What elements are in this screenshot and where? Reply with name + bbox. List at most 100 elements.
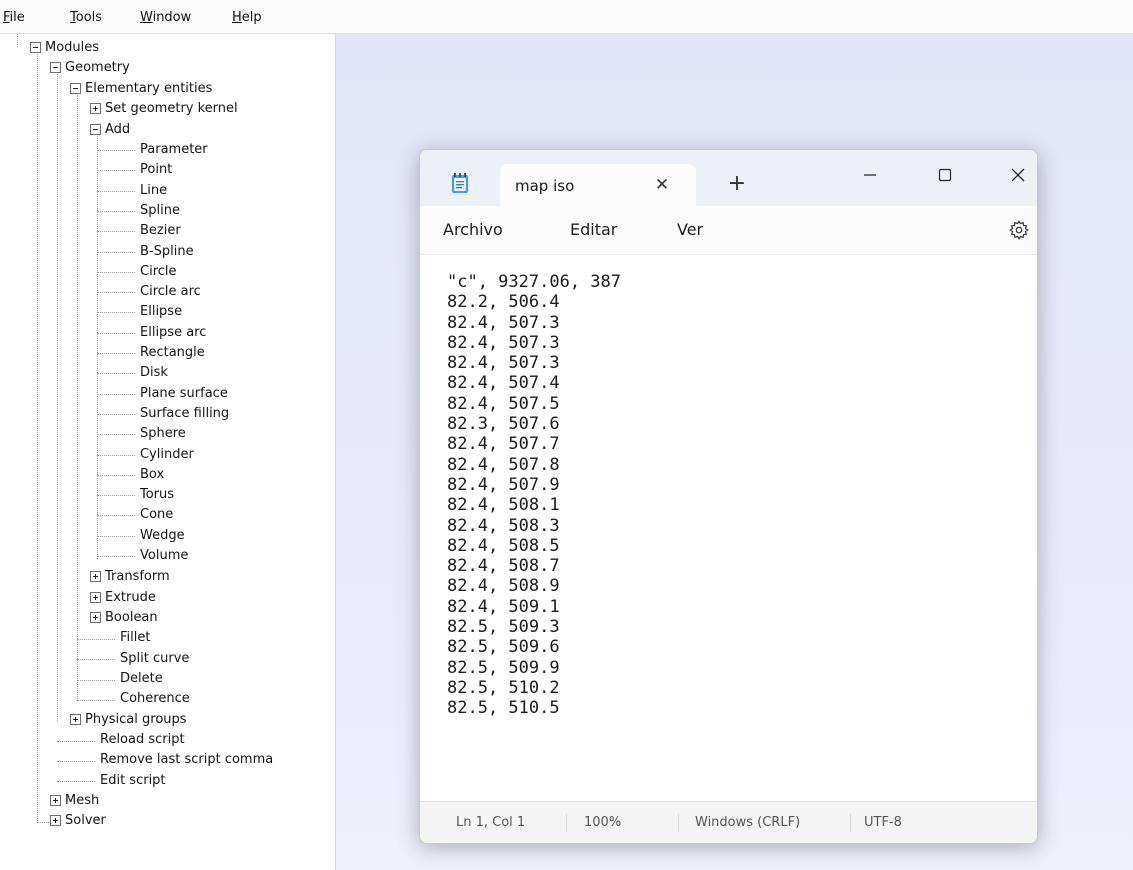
tree-item-extrude[interactable]: Extrude [105,589,156,607]
expand-icon[interactable] [90,103,101,114]
tree-connector [97,556,135,557]
add-item-point[interactable]: Point [140,161,172,179]
tree-item-boolean[interactable]: Boolean [105,609,158,627]
tree-item-coherence[interactable]: Coherence [120,690,190,708]
add-item-plane-surface[interactable]: Plane surface [140,385,228,403]
menu-help[interactable]: Help [232,10,262,25]
encoding: UTF-8 [864,815,902,830]
tree-item-edit-script[interactable]: Edit script [100,772,166,790]
tree-item-add[interactable]: Add [105,121,130,139]
notepad-app-icon [452,173,468,193]
expand-icon[interactable] [70,714,81,725]
collapse-icon[interactable] [30,42,41,53]
status-divider [678,814,679,832]
add-item-volume[interactable]: Volume [140,547,188,565]
add-item-b-spline[interactable]: B-Spline [140,243,194,261]
add-item-ellipse[interactable]: Ellipse [140,303,182,321]
module-tree-panel: Modules Geometry Elementary entities Set… [0,34,336,870]
line-ending: Windows (CRLF) [695,815,801,830]
editor-content[interactable]: "c", 9327.06, 387 82.2, 506.4 82.4, 507.… [447,272,621,719]
tree-connector [57,761,95,762]
settings-gear-icon[interactable] [1008,219,1030,241]
add-item-bezier[interactable]: Bezier [140,222,181,240]
tree-item-physical-groups[interactable]: Physical groups [85,711,187,729]
tree-item-modules[interactable]: Modules [45,39,99,57]
add-item-box[interactable]: Box [140,466,164,484]
add-item-parameter[interactable]: Parameter [140,141,208,159]
expand-icon[interactable] [90,571,101,582]
add-item-circle[interactable]: Circle [140,263,177,281]
tree-connector [97,434,135,435]
tree-connector [97,312,135,313]
add-item-circle-arc[interactable]: Circle arc [140,283,201,301]
tree-item-geometry[interactable]: Geometry [65,59,130,77]
tree-connector [97,272,135,273]
add-item-sphere[interactable]: Sphere [140,425,186,443]
tree-connector [97,170,135,171]
new-tab-button[interactable]: + [725,172,749,196]
tree-connector [57,781,95,782]
zoom-level: 100% [584,815,622,830]
tree-connector [97,191,135,192]
menu-editar[interactable]: Editar [570,220,617,239]
add-item-line[interactable]: Line [140,182,167,200]
tree-connector [77,680,115,681]
menu-file[interactable]: File [3,10,25,25]
minimize-icon[interactable] [850,160,890,190]
tab-title: map iso [515,177,575,195]
add-item-wedge[interactable]: Wedge [140,527,185,545]
expand-icon[interactable] [50,795,61,806]
tab-map-iso[interactable]: map iso ✕ [500,164,696,206]
tree-item-remove-last-script-command[interactable]: Remove last script comma [100,751,273,769]
tree-connector [97,515,135,516]
add-item-torus[interactable]: Torus [140,486,174,504]
expand-icon[interactable] [50,815,61,826]
tree-connector [77,700,115,701]
tree-connector [97,455,135,456]
add-item-cylinder[interactable]: Cylinder [140,446,194,464]
notepad-titlebar[interactable]: map iso ✕ + [420,150,1037,206]
collapse-icon[interactable] [70,83,81,94]
add-item-disk[interactable]: Disk [140,364,168,382]
tree-item-set-geometry-kernel[interactable]: Set geometry kernel [105,100,238,118]
tree-connector [97,252,135,253]
tree-item-elementary-entities[interactable]: Elementary entities [85,80,212,98]
tree-connector [77,95,78,701]
tree-item-mesh[interactable]: Mesh [65,792,99,810]
menu-archivo[interactable]: Archivo [443,220,503,239]
tree-item-transform[interactable]: Transform [105,568,170,586]
status-divider [850,814,851,832]
tree-connector [97,414,135,415]
expand-icon[interactable] [90,592,101,603]
notepad-statusbar: Ln 1, Col 1 100% Windows (CRLF) UTF-8 [420,801,1037,843]
tree-connector [37,54,38,823]
add-item-surface-filling[interactable]: Surface filling [140,405,229,423]
tree-connector [57,74,58,721]
collapse-icon[interactable] [90,124,101,135]
cursor-position: Ln 1, Col 1 [456,815,526,830]
close-icon[interactable] [999,160,1038,190]
tree-item-solver[interactable]: Solver [65,812,106,830]
tree-item-fillet[interactable]: Fillet [120,629,150,647]
tree-connector [97,536,135,537]
tree-item-delete[interactable]: Delete [120,670,163,688]
gmsh-menubar: File Tools Window Help [0,0,1133,34]
add-item-rectangle[interactable]: Rectangle [140,344,205,362]
collapse-icon[interactable] [50,62,61,73]
maximize-icon[interactable] [925,160,965,190]
add-item-spline[interactable]: Spline [140,202,180,220]
menu-window[interactable]: Window [140,10,191,25]
menu-ver[interactable]: Ver [677,220,703,239]
text-editor-area[interactable]: "c", 9327.06, 387 82.2, 506.4 82.4, 507.… [420,254,1037,801]
tree-item-reload-script[interactable]: Reload script [100,731,185,749]
tree-item-split-curve[interactable]: Split curve [120,650,189,668]
tree-connector [97,292,135,293]
tab-close-icon[interactable]: ✕ [650,173,674,197]
add-item-cone[interactable]: Cone [140,506,173,524]
tree-connector [97,495,135,496]
menu-tools[interactable]: Tools [70,10,102,25]
expand-icon[interactable] [90,612,101,623]
tree-connector [97,353,135,354]
add-item-ellipse-arc[interactable]: Ellipse arc [140,324,206,342]
tree-connector [17,34,18,47]
